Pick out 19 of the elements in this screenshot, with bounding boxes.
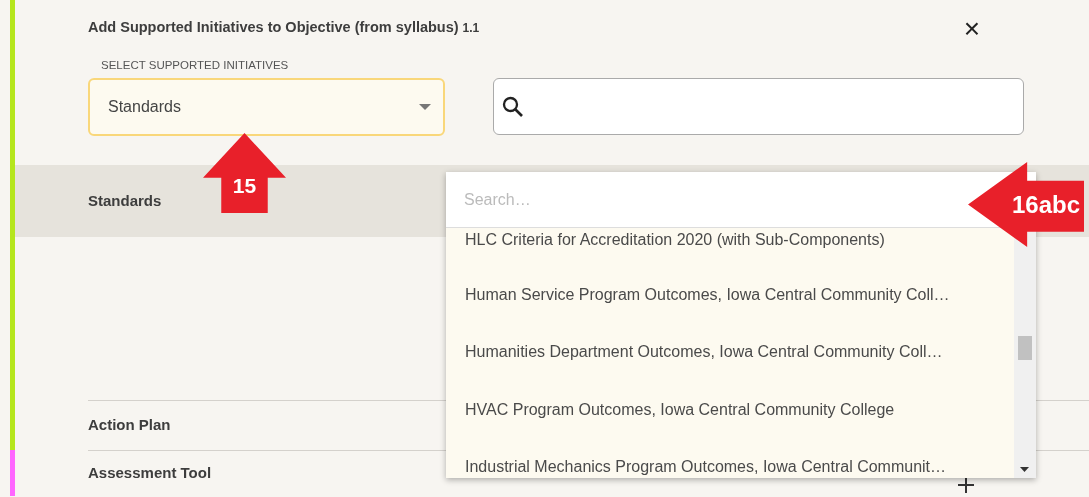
- search-icon: [502, 95, 524, 118]
- dropdown-option[interactable]: HLC Criteria for Accreditation 2020 (with Sub-Components): [446, 228, 889, 266]
- field-label: SELECT SUPPORTED INITIATIVES: [101, 58, 290, 73]
- caret-icon: [419, 104, 431, 111]
- close-button[interactable]: ×: [959, 15, 984, 43]
- scrollbar-thumb[interactable]: [1018, 336, 1032, 360]
- section-title[interactable]: Action Plan: [88, 414, 171, 437]
- section-title: Standards: [88, 190, 162, 211]
- dialog-title: Add Supported Initiatives to Objective (from syllabus): [88, 19, 459, 35]
- dropdown-option[interactable]: Industrial Mechanics Program Outcomes, Iowa Central Communit…: [446, 438, 951, 478]
- dropdown-option[interactable]: HVAC Program Outcomes, Iowa Central Community College: [446, 381, 899, 439]
- dropdown-option[interactable]: Humanities Department Outcomes, Iowa Central Community Coll…: [446, 323, 947, 381]
- select-field[interactable]: Standards: [88, 78, 445, 137]
- scroll-down-icon[interactable]: [1020, 467, 1029, 472]
- objective-number: 1.1: [462, 21, 480, 35]
- search-field[interactable]: [493, 78, 1024, 136]
- dropdown-option[interactable]: Human Service Program Outcomes, Iowa Central Community Coll…: [446, 266, 954, 324]
- plus-icon[interactable]: [958, 476, 974, 493]
- section-title[interactable]: Assessment Tool: [88, 462, 212, 485]
